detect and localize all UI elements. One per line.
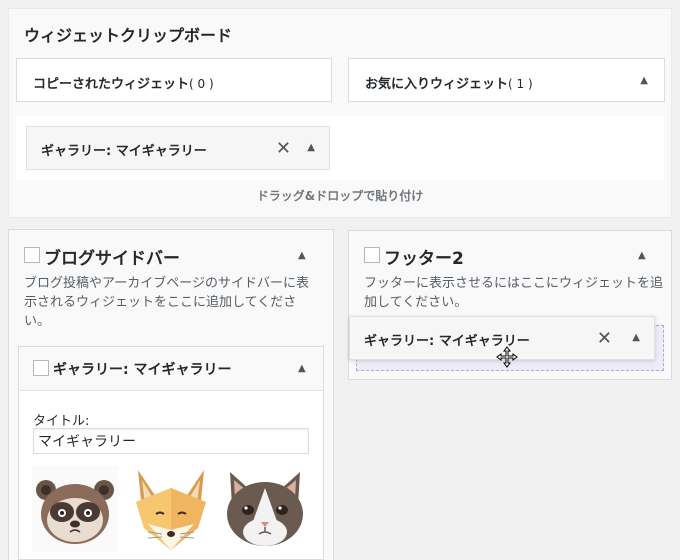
gallery-widget-title: ギャラリー: マイギャラリー xyxy=(53,362,232,378)
copied-widgets-label: コピーされたウィジェット( 0 ) xyxy=(33,77,214,92)
expand-caret-icon[interactable]: ▲ xyxy=(632,332,640,343)
footer-checkbox[interactable] xyxy=(364,247,380,263)
favorite-gallery-widget[interactable]: ギャラリー: マイギャラリー ✕ ▲ xyxy=(26,126,330,170)
close-icon[interactable]: ✕ xyxy=(597,328,612,349)
title-input[interactable] xyxy=(33,428,309,454)
fox-icon[interactable] xyxy=(128,466,214,552)
collapse-caret-icon[interactable]: ▲ xyxy=(640,75,648,86)
expand-caret-icon[interactable]: ▲ xyxy=(307,142,315,153)
raccoon-dog-icon[interactable] xyxy=(32,466,118,552)
drop-hint-text: ドラッグ&ドロップで貼り付け xyxy=(256,189,424,203)
copied-count: ( 0 ) xyxy=(189,77,214,91)
copied-widgets-box[interactable]: コピーされたウィジェット( 0 ) xyxy=(16,58,332,102)
clipboard-title: ウィジェットクリップボード xyxy=(24,26,233,45)
favorite-count: ( 1 ) xyxy=(508,77,533,91)
cat-icon[interactable] xyxy=(222,466,308,552)
blog-sidebar-title[interactable]: ブログサイドバー xyxy=(44,244,180,269)
footer-description: フッターに表示させるにはここにウィジェットを追加してください。 xyxy=(364,276,664,310)
title-field-label: タイトル: xyxy=(33,414,90,429)
blog-sidebar-checkbox[interactable] xyxy=(24,247,40,263)
close-icon[interactable]: ✕ xyxy=(276,138,291,159)
collapse-caret-icon[interactable]: ▲ xyxy=(298,363,306,374)
favorite-widgets-box[interactable]: お気に入りウィジェット( 1 ) ▲ xyxy=(348,58,665,102)
move-cursor-icon xyxy=(496,346,518,368)
footer-title[interactable]: フッター2 xyxy=(384,244,464,269)
blog-sidebar-description: ブログ投稿やアーカイブページのサイドバーに表示されるウィジェットをここに追加して… xyxy=(24,276,309,329)
favorite-widgets-label: お気に入りウィジェット( 1 ) xyxy=(365,77,533,92)
collapse-caret-icon[interactable]: ▲ xyxy=(638,250,646,261)
gallery-widget-label: ギャラリー: マイギャラリー xyxy=(41,144,207,159)
collapse-caret-icon[interactable]: ▲ xyxy=(298,250,306,261)
gallery-widget-checkbox[interactable] xyxy=(33,360,49,376)
